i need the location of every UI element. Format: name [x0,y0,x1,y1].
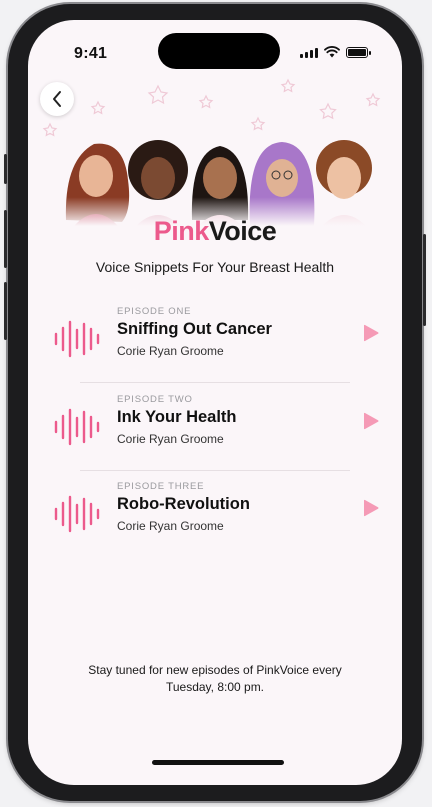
episode-text: EPISODE TWO Ink Your Health Corie Ryan G… [117,394,237,446]
play-icon [364,499,379,517]
phone-frame: 9:41 PinkVoice Voice Snippets For Your B… [4,4,426,801]
episode-label: EPISODE THREE [117,481,205,492]
episode-title: Sniffing Out Cancer [117,320,272,338]
play-icon [364,412,379,430]
home-indicator[interactable] [152,760,284,765]
soundwave-icon [54,495,100,533]
status-icons [300,46,371,58]
power-button [423,234,426,326]
episode-author: Corie Ryan Groome [117,432,224,446]
play-button[interactable] [356,407,384,435]
battery-icon [346,46,371,58]
episode-item[interactable]: EPISODE TWO Ink Your Health Corie Ryan G… [28,384,402,468]
episode-label: EPISODE TWO [117,394,193,405]
mute-switch [4,154,7,184]
footer-line: Tuesday, 8:00 pm. [165,680,265,694]
episode-text: EPISODE ONE Sniffing Out Cancer Corie Ry… [117,306,272,358]
app-title-pink: Pink [153,216,210,246]
play-icon [364,324,379,342]
volume-up-button [4,210,7,268]
status-bar: 9:41 [28,20,402,76]
signal-icon [300,46,318,58]
episode-author: Corie Ryan Groome [117,519,224,533]
status-time: 9:41 [74,45,108,62]
play-button[interactable] [356,494,384,522]
app-title: PinkVoice [28,216,402,247]
episode-title: Robo-Revolution [117,495,250,513]
dynamic-island [158,33,280,69]
episode-item[interactable]: EPISODE THREE Robo-Revolution Corie Ryan… [28,471,402,555]
divider [80,382,350,383]
episode-title: Ink Your Health [117,408,237,426]
back-button[interactable] [40,82,74,116]
hero-illustration [56,130,384,226]
back-chevron-icon [53,91,61,107]
episode-item[interactable]: EPISODE ONE Sniffing Out Cancer Corie Ry… [28,296,402,380]
volume-down-button [4,282,7,340]
app-title-dark: Voice [208,216,277,246]
episode-label: EPISODE ONE [117,306,192,317]
app-screen: 9:41 PinkVoice Voice Snippets For Your B… [28,20,402,785]
play-button[interactable] [356,319,384,347]
episode-author: Corie Ryan Groome [117,344,224,358]
soundwave-icon [54,320,100,358]
footer-line: Stay tuned for new episodes of PinkVoice… [88,663,342,677]
episode-text: EPISODE THREE Robo-Revolution Corie Ryan… [117,481,250,533]
footer-note: Stay tuned for new episodes of PinkVoice… [58,662,372,696]
wifi-icon [324,46,340,58]
soundwave-icon [54,408,100,446]
app-subtitle: Voice Snippets For Your Breast Health [95,259,335,275]
